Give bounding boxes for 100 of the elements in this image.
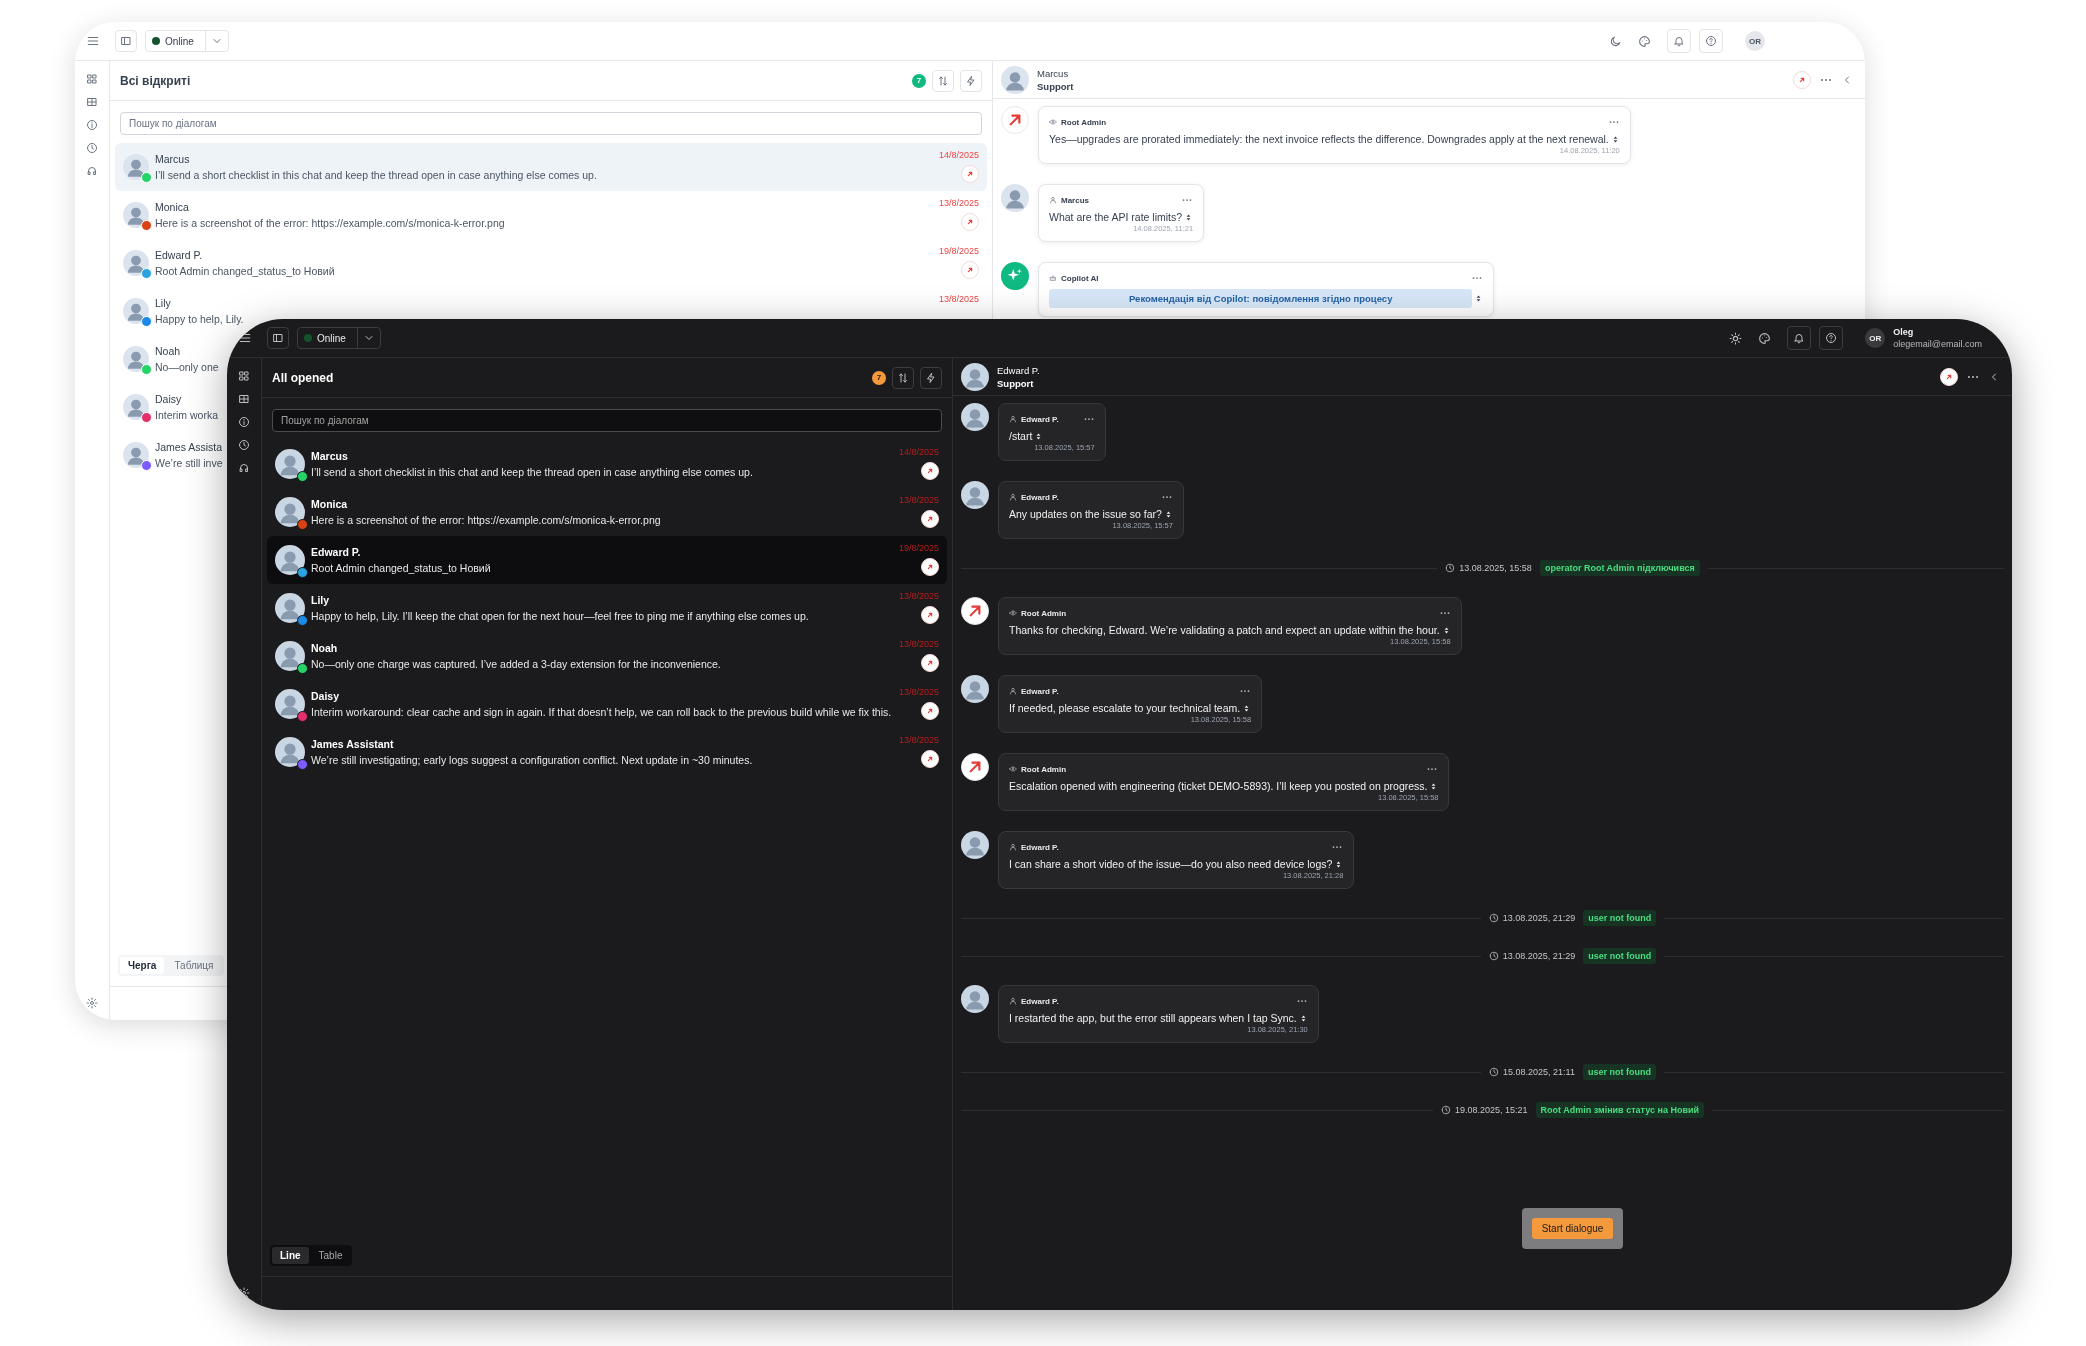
arrow-button[interactable]: [921, 558, 939, 576]
user-email: olegemail@email.com: [1893, 339, 1982, 349]
conversation-item[interactable]: Daisy Interim workaround: clear cache and sign in again. If that doesn’t help, we can roll back to the previous build while we fix this. 13/8/2025: [267, 680, 947, 728]
conversation-item[interactable]: Edward P. Root Admin changed_status_to Новий 19/8/2025: [267, 536, 947, 584]
conversation-item[interactable]: Noah No—only one charge was captured. I’ve added a 3-day extension for the inconvenience. 13/8/2025: [267, 632, 947, 680]
date: 13/8/2025: [898, 495, 939, 505]
message-preview: No—only one: [155, 361, 219, 373]
notifications-button[interactable]: [1787, 326, 1812, 350]
contact-name: James Assista: [155, 441, 223, 453]
eye-icon: [1009, 609, 1017, 617]
grid-icon[interactable]: [238, 370, 250, 382]
sidebar-icon: [120, 35, 132, 47]
status-dropdown[interactable]: Online: [297, 327, 381, 349]
arrow-logo-icon: [961, 597, 989, 625]
date: 19/8/2025: [938, 246, 979, 256]
avatar: [123, 202, 149, 228]
conversation-item[interactable]: Edward P. Root Admin changed_status_to Новий 19/8/2025: [115, 239, 987, 287]
arrow-button[interactable]: [921, 702, 939, 720]
moon-icon[interactable]: [1609, 34, 1622, 48]
status-dropdown[interactable]: Online: [145, 30, 229, 52]
arrow-button[interactable]: [921, 654, 939, 672]
sun-icon[interactable]: [1729, 331, 1743, 345]
arrow-button[interactable]: [921, 606, 939, 624]
headset-icon[interactable]: [86, 165, 98, 177]
message-preview: Root Admin changed_status_to Новий: [311, 562, 492, 574]
list-title: All opened: [272, 370, 334, 385]
message-text: /start: [1009, 430, 1033, 442]
avatar: [961, 985, 989, 1013]
message-preview: Here is a screenshot of the error: https://example.com/s/monica-k-error.png: [155, 217, 506, 229]
arrow-icon: [925, 706, 935, 716]
message-preview: I’ll send a short checklist in this chat and keep the thread open in case anything else comes up.: [311, 466, 754, 478]
message-preview: We’re still inve: [155, 457, 223, 469]
contact-name: Edward P.: [311, 546, 362, 558]
avatar: [1001, 184, 1029, 212]
tab[interactable]: Таблиця: [166, 957, 222, 974]
clock-icon: [1441, 1105, 1451, 1115]
conversation-item[interactable]: James Assista We’re still inve: [115, 431, 231, 479]
message-preview: Interim worka: [155, 409, 218, 421]
start-dialogue-button[interactable]: Start dialogue: [1531, 1218, 1614, 1239]
arrow-button[interactable]: [921, 510, 939, 528]
avatar: [123, 154, 149, 180]
arrow-icon: [925, 466, 935, 476]
conversation-item[interactable]: James Assistant We’re still investigating; early logs suggest a configuration conflict. Next update in ~30 minutes. 13/8/2025: [267, 728, 947, 776]
status-dot: [152, 37, 160, 45]
date: 14/8/2025: [898, 447, 939, 457]
arrow-button[interactable]: [1940, 367, 1958, 386]
contact-name: Lily: [311, 594, 331, 606]
arrow-button[interactable]: [921, 750, 939, 768]
search-field[interactable]: Пошук по діалогам: [272, 409, 942, 432]
sidebar-toggle-button[interactable]: [267, 327, 289, 349]
sort-icon: [937, 74, 949, 87]
conversation-item[interactable]: Monica Here is a screenshot of the error: https://example.com/s/monica-k-error.png 13/8/2025: [115, 191, 987, 239]
conversation-item[interactable]: Marcus I’ll send a short checklist in this chat and keep the thread open in case anything else comes up. 14/8/2025: [115, 143, 987, 191]
conversation-item[interactable]: Daisy Interim worka: [115, 383, 226, 431]
menu-icon[interactable]: [237, 331, 252, 345]
arrow-icon: [965, 265, 975, 275]
tab[interactable]: Line: [272, 1247, 309, 1264]
conversation-item[interactable]: Monica Here is a screenshot of the error: https://example.com/s/monica-k-error.png 13/8/2025: [267, 488, 947, 536]
user-avatar[interactable]: OR: [1865, 328, 1886, 348]
arrow-button[interactable]: [921, 462, 939, 480]
quick-action-button[interactable]: [920, 366, 942, 389]
conversation-item[interactable]: Noah No—only one: [115, 335, 227, 383]
info-icon[interactable]: [86, 119, 98, 131]
clock-icon: [1488, 913, 1499, 923]
sparkle-avatar-icon: [1001, 262, 1029, 290]
help-button[interactable]: [1819, 326, 1844, 350]
conversation-item[interactable]: Marcus I’ll send a short checklist in this chat and keep the thread open in case anything else comes up. 14/8/2025: [267, 440, 947, 488]
palette-icon[interactable]: [1758, 331, 1772, 345]
team-name: Support: [1037, 80, 1074, 92]
event-tag: user not found: [1583, 910, 1657, 926]
bolt-icon: [925, 371, 937, 384]
conversation-item[interactable]: Lily Happy to help, Lily. I’ll keep the chat open for the next hour—feel free to ping me if anything else comes up. 13/8/2025: [267, 584, 947, 632]
user-avatar[interactable]: OR: [1745, 31, 1765, 51]
bell-icon: [1673, 35, 1685, 47]
status-dot: [304, 334, 312, 342]
suggestion-banner: Рекомендація від Copilot: повідомлення згідно процесу: [1049, 289, 1473, 308]
avatar: [275, 593, 305, 623]
clock-icon[interactable]: [86, 142, 98, 154]
list-title: Всі відкриті: [120, 73, 191, 88]
avatar: [961, 362, 989, 391]
clock-icon: [1489, 1067, 1500, 1077]
table-icon[interactable]: [86, 96, 98, 108]
table-icon[interactable]: [238, 393, 250, 405]
tab[interactable]: Черга: [120, 957, 165, 974]
date: 14/8/2025: [938, 150, 979, 160]
event-tag: Root Admin змінив статус на Новий: [1535, 1102, 1704, 1118]
palette-icon[interactable]: [1638, 34, 1651, 48]
sender-name: Edward P.: [1021, 492, 1059, 502]
arrow-icon: [925, 562, 935, 572]
date: 13/8/2025: [938, 198, 979, 208]
tab[interactable]: Table: [310, 1247, 351, 1264]
grid-icon[interactable]: [86, 73, 98, 85]
headset-icon[interactable]: [238, 462, 250, 474]
clock-icon[interactable]: [238, 439, 250, 451]
info-icon[interactable]: [238, 416, 250, 428]
arrow-icon: [925, 658, 935, 668]
message-preview: Happy to help, Lily.: [155, 313, 245, 325]
contact-name: Lily: [155, 297, 172, 309]
user-name: Oleg: [1893, 327, 1915, 337]
sort-button[interactable]: [892, 366, 914, 389]
